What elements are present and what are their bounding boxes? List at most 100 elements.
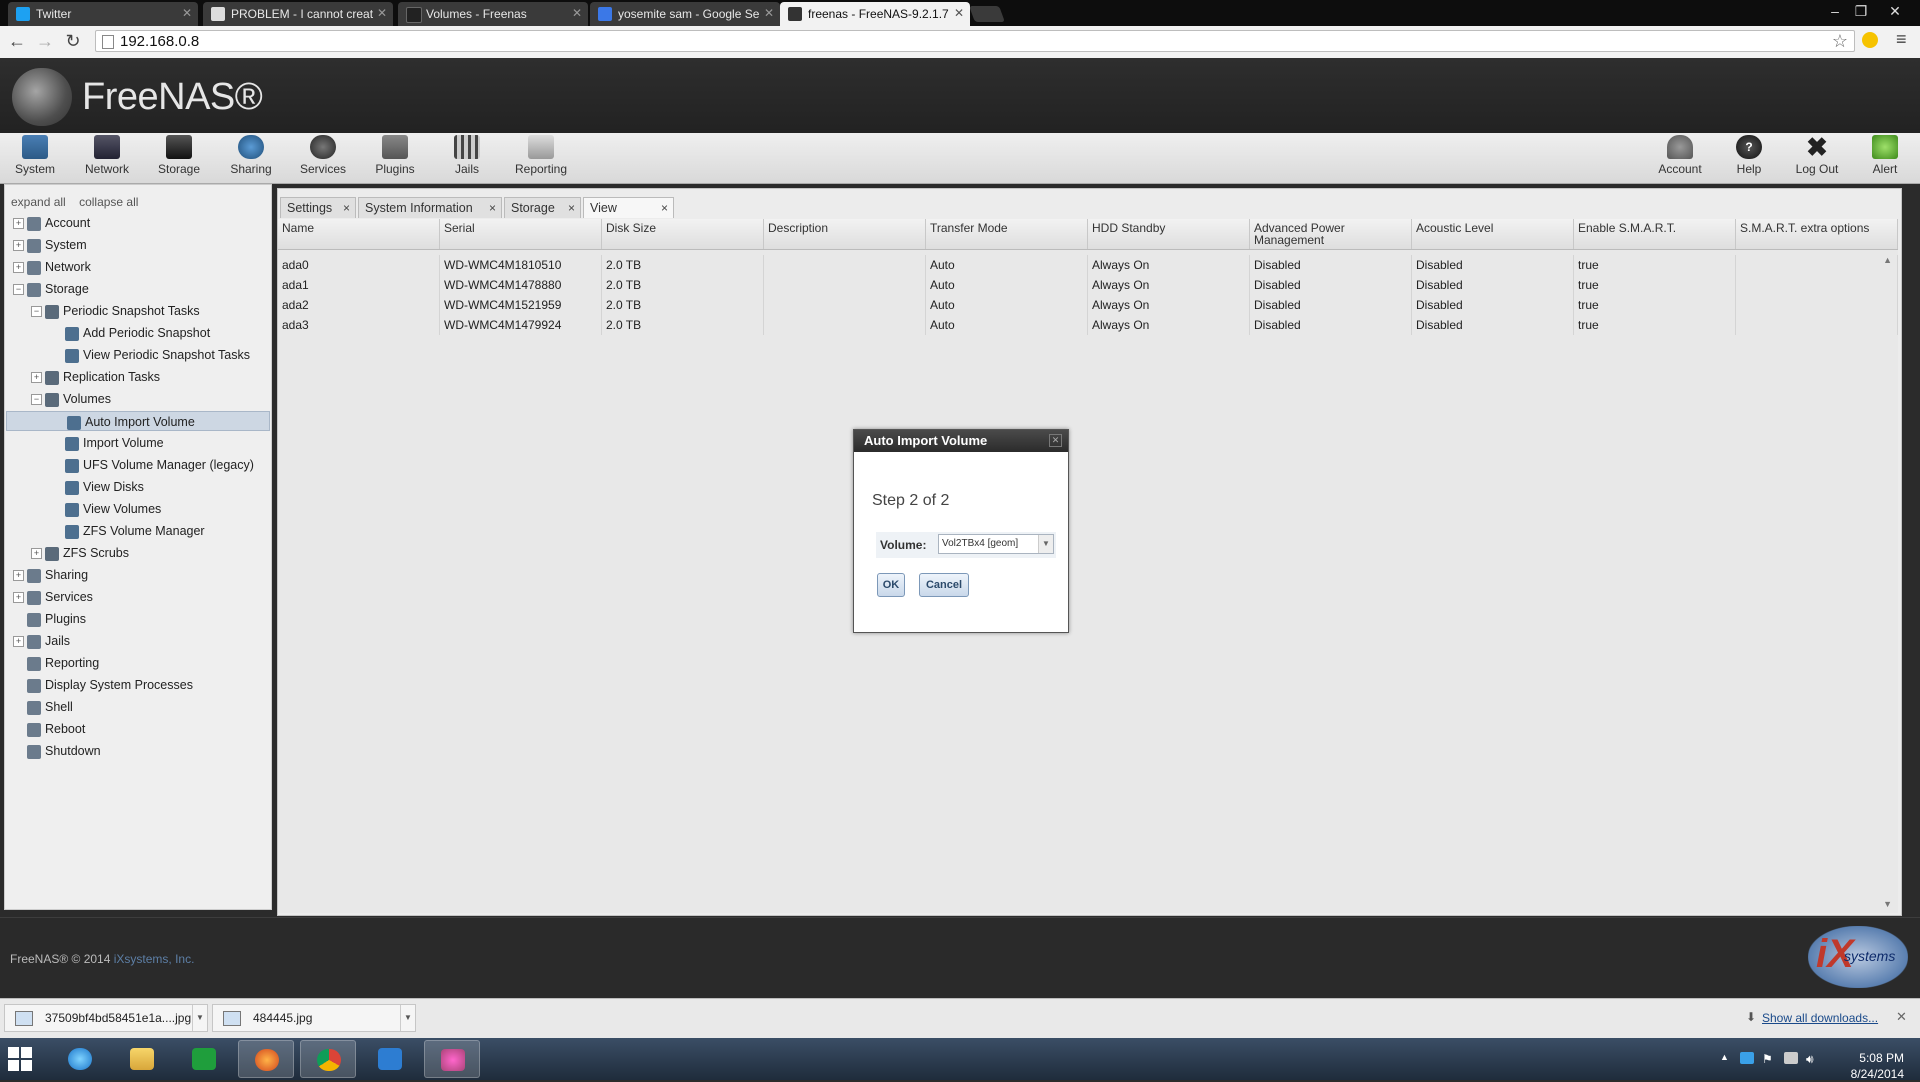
windows-start-icon[interactable] <box>8 1047 32 1071</box>
toolbar-jails[interactable]: Jails <box>432 135 502 176</box>
browser-tab-google[interactable]: yosemite sam - Google Se ✕ <box>590 2 780 26</box>
sidebar-item[interactable]: + Replication Tasks <box>5 367 267 387</box>
close-tab-icon[interactable]: × <box>661 198 668 219</box>
extension-icon[interactable] <box>1862 32 1878 48</box>
browser-tab-problem[interactable]: PROBLEM - I cannot creat ✕ <box>203 2 393 26</box>
volume-select[interactable]: Vol2TBx4 [geom] ▼ <box>938 534 1054 554</box>
sidebar-item[interactable]: Import Volume <box>5 433 267 453</box>
sidebar-item[interactable]: − Storage <box>5 279 267 299</box>
tree-toggle-icon[interactable]: − <box>31 306 42 318</box>
cancel-button[interactable]: Cancel <box>919 573 969 597</box>
toolbar-account[interactable]: Account <box>1645 135 1715 176</box>
mail-icon[interactable] <box>362 1040 418 1078</box>
paint-icon[interactable] <box>424 1040 480 1078</box>
download-item[interactable]: 37509bf4bd58451e1a....jpg ▼ <box>4 1004 208 1032</box>
show-all-downloads-link[interactable]: Show all downloads... <box>1762 1011 1878 1025</box>
table-row[interactable]: ada2 WD-WMC4M1521959 2.0 TB Auto Always On Di… <box>278 295 1898 315</box>
tree-toggle-icon[interactable]: + <box>13 218 24 230</box>
column-header[interactable]: Enable S.M.A.R.T. <box>1574 219 1736 249</box>
volume-icon[interactable]: 🔊︎ <box>1806 1052 1820 1066</box>
internet-explorer-icon[interactable] <box>52 1040 108 1078</box>
close-icon[interactable]: ✕ <box>764 6 774 20</box>
column-header[interactable]: Acoustic Level <box>1412 219 1574 249</box>
column-header[interactable]: Advanced Power Management <box>1250 219 1412 249</box>
sidebar-item[interactable]: + Services <box>5 587 267 607</box>
scroll-down-icon[interactable]: ▼ <box>1883 899 1892 909</box>
browser-tab-twitter[interactable]: Twitter ✕ <box>8 2 198 26</box>
expand-all-link[interactable]: expand all <box>11 195 66 209</box>
toolbar-reporting[interactable]: Reporting <box>506 135 576 176</box>
sidebar-item[interactable]: + ZFS Scrubs <box>5 543 267 563</box>
tree-toggle-icon[interactable]: + <box>13 262 24 274</box>
sidebar-item[interactable]: Reboot <box>5 719 267 739</box>
bookmark-star-icon[interactable]: ☆ <box>1832 31 1848 52</box>
toolbar-services[interactable]: Services <box>288 135 358 176</box>
column-header[interactable]: Name <box>278 219 440 249</box>
sidebar-item[interactable]: + Account <box>5 213 267 233</box>
tab-settings[interactable]: Settings × <box>280 197 356 218</box>
toolbar-logout[interactable]: ✖ Log Out <box>1782 134 1852 176</box>
close-icon[interactable]: ✕ <box>1049 434 1062 447</box>
chevron-down-icon[interactable]: ▼ <box>1038 535 1053 553</box>
sidebar-item[interactable]: Plugins <box>5 609 267 629</box>
close-window-icon[interactable]: ✕ <box>1884 3 1906 20</box>
sidebar-item[interactable]: Add Periodic Snapshot <box>5 323 267 343</box>
tab-storage[interactable]: Storage × <box>504 197 581 218</box>
download-item[interactable]: 484445.jpg ▼ <box>212 1004 416 1032</box>
sidebar-item[interactable]: Shutdown <box>5 741 267 761</box>
sidebar-item[interactable]: + Jails <box>5 631 267 651</box>
tree-toggle-icon[interactable]: + <box>13 592 24 604</box>
store-icon[interactable] <box>176 1040 232 1078</box>
chevron-down-icon[interactable]: ▼ <box>192 1005 207 1031</box>
column-header[interactable]: HDD Standby <box>1088 219 1250 249</box>
tree-toggle-icon[interactable]: + <box>31 548 42 560</box>
address-bar[interactable]: 192.168.0.8 ☆ <box>95 30 1855 52</box>
sidebar-item[interactable]: View Volumes <box>5 499 267 519</box>
menu-icon[interactable]: ≡ <box>1896 29 1907 50</box>
sidebar-item[interactable]: + Network <box>5 257 267 277</box>
column-header[interactable]: Disk Size <box>602 219 764 249</box>
close-tab-icon[interactable]: × <box>568 198 575 219</box>
toolbar-help[interactable]: ? Help <box>1714 135 1784 176</box>
toolbar-sharing[interactable]: Sharing <box>216 135 286 176</box>
sidebar-item[interactable]: View Disks <box>5 477 267 497</box>
forward-icon[interactable]: → <box>34 31 56 52</box>
browser-tab-freenas[interactable]: freenas - FreeNAS-9.2.1.7 ✕ <box>780 2 970 26</box>
minimize-icon[interactable]: – <box>1824 3 1846 19</box>
sidebar-item[interactable]: Display System Processes <box>5 675 267 695</box>
close-icon[interactable]: ✕ <box>954 6 964 20</box>
tree-toggle-icon[interactable]: − <box>13 284 24 296</box>
close-tab-icon[interactable]: × <box>489 198 496 219</box>
tree-toggle-icon[interactable]: + <box>13 570 24 582</box>
table-row[interactable]: ada1 WD-WMC4M1478880 2.0 TB Auto Always On Di… <box>278 275 1898 295</box>
tab-view-disks[interactable]: View Disks × <box>583 197 674 236</box>
toolbar-alert[interactable]: Alert <box>1850 135 1920 176</box>
network-tray-icon[interactable] <box>1784 1052 1798 1064</box>
sidebar-item[interactable]: − Volumes <box>5 389 267 409</box>
scroll-up-icon[interactable]: ▲ <box>1883 255 1892 265</box>
browser-tab-volumes[interactable]: Volumes - Freenas ✕ <box>398 2 588 26</box>
new-tab-button[interactable] <box>969 6 1005 22</box>
reload-icon[interactable]: ↻ <box>62 31 84 52</box>
back-icon[interactable]: ← <box>6 31 28 52</box>
toolbar-network[interactable]: Network <box>72 135 142 176</box>
tree-toggle-icon[interactable]: + <box>13 240 24 252</box>
flag-icon[interactable]: ⚑ <box>1762 1052 1776 1066</box>
column-header[interactable]: Description <box>764 219 926 249</box>
tray-expand-icon[interactable]: ▲ <box>1720 1052 1734 1064</box>
sidebar-item[interactable]: UFS Volume Manager (legacy) <box>5 455 267 475</box>
close-icon[interactable]: ✕ <box>1896 1009 1907 1025</box>
clock[interactable]: 5:08 PM 8/24/2014 <box>1851 1050 1904 1082</box>
ixsystems-logo[interactable]: iX systems <box>1808 926 1908 988</box>
dropbox-icon[interactable] <box>1740 1052 1754 1064</box>
toolbar-system[interactable]: System <box>0 135 70 176</box>
sidebar-item[interactable]: View Periodic Snapshot Tasks <box>5 345 267 365</box>
sidebar-item[interactable]: + Sharing <box>5 565 267 585</box>
ok-button[interactable]: OK <box>877 573 905 597</box>
tree-toggle-icon[interactable]: + <box>13 636 24 648</box>
tree-toggle-icon[interactable]: − <box>31 394 42 406</box>
toolbar-storage[interactable]: Storage <box>144 135 214 176</box>
close-icon[interactable]: ✕ <box>572 6 582 20</box>
column-header[interactable]: Transfer Mode <box>926 219 1088 249</box>
firefox-icon[interactable] <box>238 1040 294 1078</box>
